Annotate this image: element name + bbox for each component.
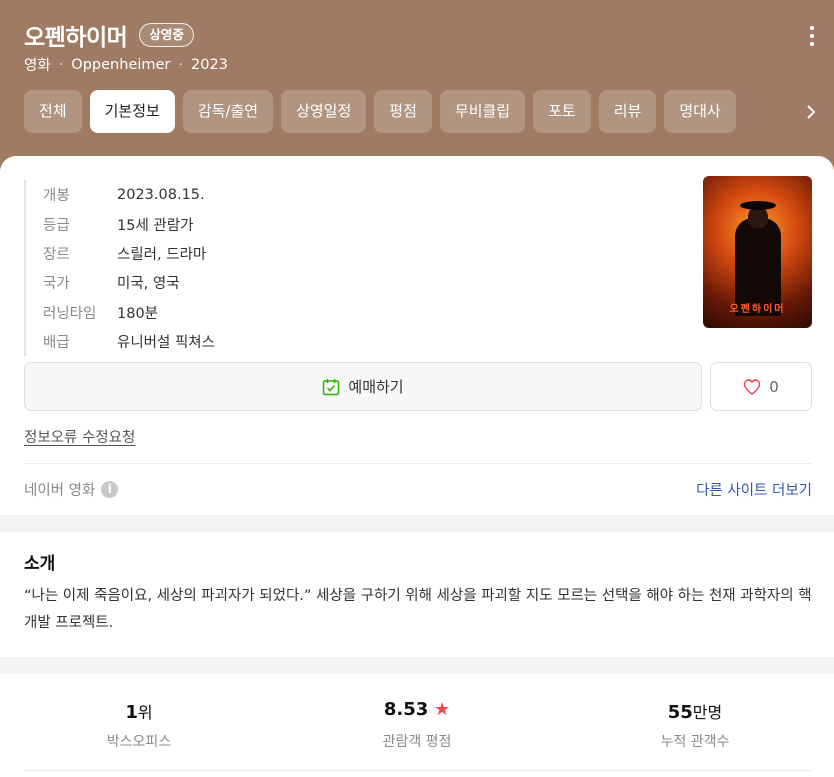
info-row-runtime: 러닝타임 180분 [43,298,215,327]
info-row-grade: 등급 15세 관람가 [43,209,215,238]
movie-subtitle: 영화 · Oppenheimer · 2023 [24,54,228,75]
stats-card: 1위 박스오피스 8.53 ★ 관람객 평점 55만명 누적 관객수 [0,674,834,777]
info-value: 미국, 영국 [117,276,180,293]
info-value: 15세 관람가 [117,217,194,234]
movie-title: 오펜하이머 [24,25,128,51]
box-office-unit: 위 [137,703,153,722]
divider [24,463,812,464]
stat-label: 관람객 평점 [382,734,452,750]
info-list: 개봉 2023.08.15. 등급 15세 관람가 장르 스릴러, 드라마 국가… [24,180,215,357]
poster-title: 오펜하이머 [729,304,786,315]
tab-bar: 전체 기본정보 감독/출연 상영일정 평점 무비클립 포토 리뷰 명대사 [24,90,744,133]
stat-value: 8.53 ★ [278,699,556,725]
info-icon[interactable]: i [101,481,119,498]
audience-count: 55 [667,702,693,723]
like-button[interactable]: 0 [710,362,812,411]
info-row-distributor: 배급 유니버설 픽쳐스 [43,327,215,356]
genre-label: 영화 [24,58,51,74]
info-key: 러닝타임 [43,305,97,322]
basic-info-card: 개봉 2023.08.15. 등급 15세 관람가 장르 스릴러, 드라마 국가… [0,156,834,515]
tab-all[interactable]: 전체 [24,90,82,133]
tab-review[interactable]: 리뷰 [598,90,657,133]
movie-poster[interactable]: 오펜하이머 [703,176,812,328]
intro-text: “나는 이제 죽음이요, 세상의 파괴자가 되었다.” 세상을 구하기 위해 세… [24,588,812,631]
stat-label: 박스오피스 [106,734,172,750]
chevron-right-icon [807,104,816,119]
info-key: 개봉 [43,188,70,205]
source-name: 네이버 영화 [24,483,96,499]
info-row-genre: 장르 스릴러, 드라마 [43,239,215,268]
info-key: 국가 [43,276,70,293]
release-year: 2023 [191,56,228,73]
report-error-link[interactable]: 정보오류 수정요청 [24,426,135,447]
divider [24,770,812,771]
stat-audience[interactable]: 55만명 누적 관객수 [556,699,834,751]
box-office-rank: 1 [125,702,138,723]
tab-basic-info[interactable]: 기본정보 [89,90,175,133]
reserve-label: 예매하기 [348,378,404,396]
info-row-country: 국가 미국, 영국 [43,268,215,297]
title-row: 오펜하이머 상영중 [24,18,194,52]
info-value: 180분 [117,305,159,322]
audience-unit: 만명 [692,703,723,722]
tab-photo[interactable]: 포토 [533,90,591,133]
tab-rating[interactable]: 평점 [374,90,432,133]
calendar-check-icon [323,378,340,395]
separator-dot: · [58,56,64,73]
source-label: 네이버 영화 i [24,479,119,500]
intro-card: 소개 “나는 이제 죽음이요, 세상의 파괴자가 되었다.” 세상을 구하기 위… [0,532,834,657]
poster-hat [740,201,776,210]
info-row-release: 개봉 2023.08.15. [43,180,215,209]
intro-title: 소개 [24,554,56,574]
tab-scroll-right-button[interactable] [788,90,834,133]
info-key: 등급 [43,217,70,234]
movie-header: 오펜하이머 상영중 영화 · Oppenheimer · 2023 전체 기본정… [0,0,834,175]
other-sites-link[interactable]: 다른 사이트 더보기 [696,479,812,500]
heart-icon [744,378,761,395]
stat-label: 누적 관객수 [660,734,730,750]
info-key: 배급 [43,335,70,352]
more-options-icon[interactable] [808,26,816,46]
rating-score: 8.53 [383,699,429,720]
info-value: 2023.08.15. [117,186,205,203]
stat-value: 55만명 [556,699,834,725]
stat-value: 1위 [0,699,278,725]
info-value: 스릴러, 드라마 [117,246,207,263]
reserve-button[interactable]: 예매하기 [24,362,702,411]
tab-schedule[interactable]: 상영일정 [281,90,367,133]
tab-director-cast[interactable]: 감독/출연 [182,90,274,133]
stat-box-office[interactable]: 1위 박스오피스 [0,699,278,751]
status-badge: 상영중 [139,23,194,47]
info-value: 유니버설 픽쳐스 [117,335,215,352]
original-title: Oppenheimer [71,56,171,73]
info-key: 장르 [43,246,70,263]
tab-quotes[interactable]: 명대사 [664,90,736,133]
separator-dot: · [178,56,183,73]
like-count: 0 [769,377,779,396]
stat-rating[interactable]: 8.53 ★ 관람객 평점 [278,699,556,751]
tab-movie-clip[interactable]: 무비클립 [439,90,526,133]
star-icon: ★ [434,699,451,720]
